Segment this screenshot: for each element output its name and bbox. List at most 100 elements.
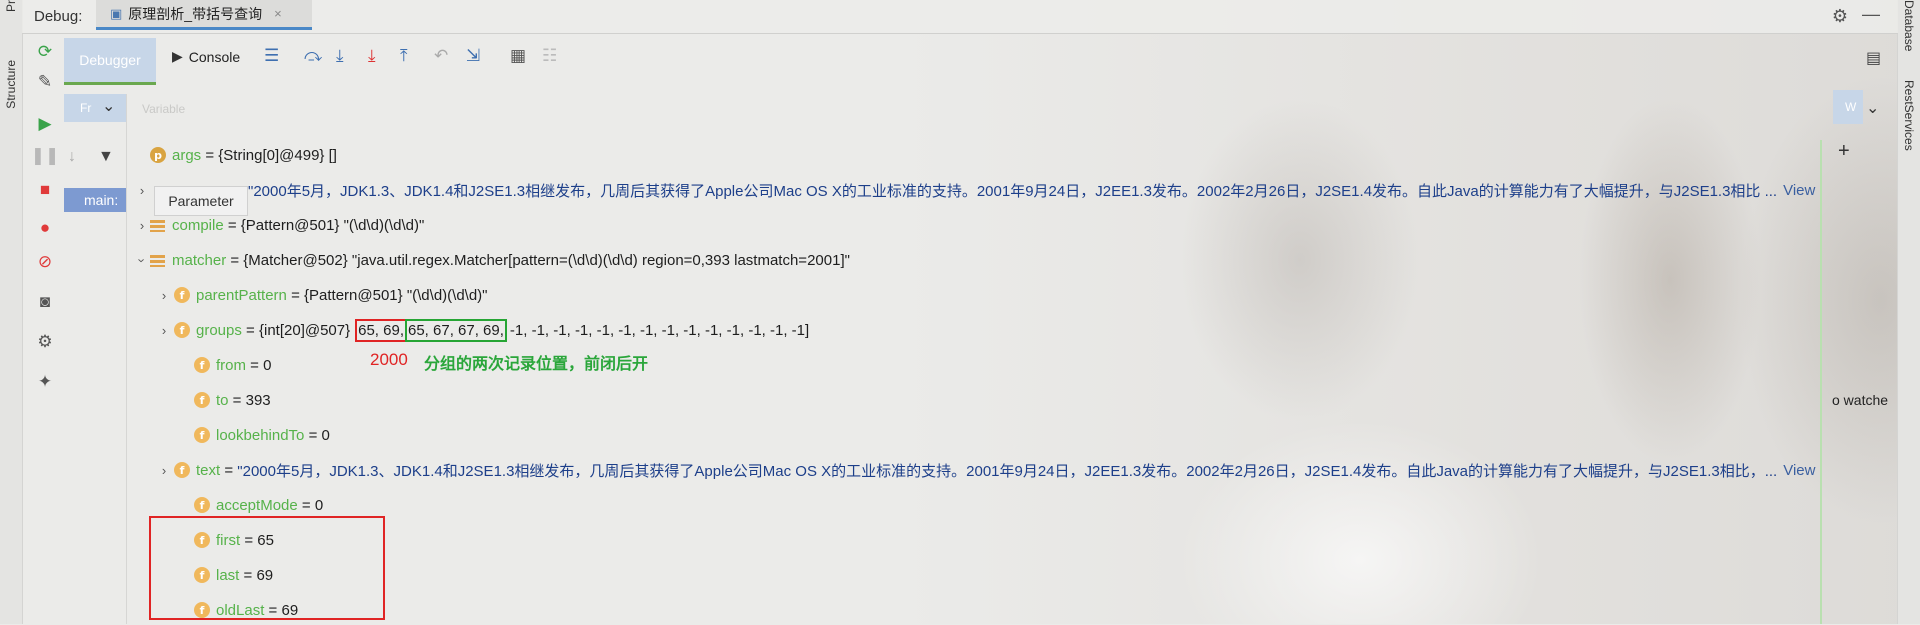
chevron-right-icon[interactable]: › xyxy=(136,183,148,198)
var-value: {Pattern@501} "(\d\d)(\d\d)" xyxy=(240,216,425,234)
var-name: acceptMode xyxy=(216,496,298,514)
highlight-red-groups: 65, 69, xyxy=(355,318,407,342)
var-row-from[interactable]: f from = 0 xyxy=(194,350,271,380)
var-row-matcher[interactable]: › matcher = {Matcher@502} "java.util.reg… xyxy=(135,245,850,275)
parameter-tooltip: Parameter xyxy=(154,186,248,216)
watches-header[interactable]: W xyxy=(1833,90,1863,124)
step-out-icon[interactable]: ⤒ xyxy=(400,46,408,66)
chevron-down-icon[interactable]: ⌄ xyxy=(1866,98,1879,118)
frames-header-label: Fr xyxy=(80,101,92,115)
field-icon: f xyxy=(194,497,210,513)
trace-icon[interactable]: ☷ xyxy=(542,46,557,66)
filter-icon[interactable]: ▼ xyxy=(98,148,114,166)
variables-header: Variable xyxy=(142,102,186,116)
project-tool-tab[interactable]: Pr xyxy=(4,0,18,12)
parameter-icon: p xyxy=(150,147,166,163)
var-value: "2000年5月，JDK1.3、JDK1.4和J2SE1.3相继发布，几周后其获… xyxy=(248,182,1778,200)
var-value: 0 xyxy=(263,356,272,374)
debug-toolbar: Debugger ▶ Console ☰ ⤼ ⤓ ⤓ ⤒ ↶ ⇲ ▦ ☷ xyxy=(62,38,1898,85)
resume-icon[interactable]: ▶ xyxy=(30,114,60,134)
close-icon[interactable]: × xyxy=(274,6,282,21)
add-watch-icon[interactable]: + xyxy=(1838,140,1850,163)
drop-frame-icon[interactable]: ↶ xyxy=(434,46,448,66)
field-icon: f xyxy=(174,322,190,338)
layout-icon[interactable]: ▤ xyxy=(1866,48,1881,68)
highlight-green-groups: 65, 67, 67, 69, xyxy=(405,318,507,342)
field-icon: f xyxy=(194,392,210,408)
right-tool-strip: Database RestServices xyxy=(1897,0,1920,624)
equals-sign: = xyxy=(228,391,246,409)
settings-gear-icon[interactable]: ⚙ xyxy=(1832,6,1848,27)
frames-header[interactable]: Fr ⌄ xyxy=(64,94,126,122)
var-row-args[interactable]: p args = {String[0]@499} [] xyxy=(150,140,337,170)
structure-tool-tab[interactable]: Structure xyxy=(4,60,18,109)
watches-divider xyxy=(1820,140,1822,624)
console-label: Console xyxy=(188,48,241,65)
stop-icon[interactable]: ■ xyxy=(30,180,60,200)
var-name: args xyxy=(172,146,202,164)
chevron-right-icon[interactable]: › xyxy=(136,218,148,233)
var-row-lookbehindTo[interactable]: f lookbehindTo = 0 xyxy=(194,420,330,450)
view-link[interactable]: View xyxy=(1783,182,1815,199)
equals-sign: = xyxy=(246,356,264,374)
var-name: to xyxy=(216,391,229,409)
camera-icon[interactable]: ◙ xyxy=(30,292,60,312)
annotation-red-label: 2000 xyxy=(370,350,408,369)
equals-sign: = xyxy=(304,426,322,444)
field-icon: f xyxy=(194,427,210,443)
panel-divider[interactable] xyxy=(126,94,127,624)
step-over-icon[interactable]: ⤼ xyxy=(304,46,322,66)
step-into-icon[interactable]: ⤓ xyxy=(336,46,344,66)
var-value: 0 xyxy=(314,496,324,514)
tab-console[interactable]: ▶ Console xyxy=(172,48,240,65)
var-value: "2000年5月，JDK1.3、JDK1.4和J2SE1.3相继发布，几周后其获… xyxy=(237,462,1778,480)
background-photo xyxy=(900,0,1920,624)
frame-row-main[interactable]: main: xyxy=(64,188,126,212)
view-link[interactable]: View xyxy=(1783,462,1815,479)
chevron-right-icon[interactable]: › xyxy=(158,463,170,478)
var-name: groups xyxy=(196,321,242,339)
settings-icon[interactable]: ⚙ xyxy=(30,332,60,352)
arrow-down-icon[interactable]: ↓ xyxy=(68,148,76,166)
var-name: text xyxy=(196,461,221,479)
tab-debug-session[interactable]: ▣ 原理剖析_带括号查询 × xyxy=(96,0,312,30)
frame-label: main: xyxy=(84,192,119,208)
pause-icon[interactable]: ❚❚ xyxy=(30,146,60,166)
var-row-groups[interactable]: › f groups = {int[20]@507} 65, 69, 65, 6… xyxy=(158,315,809,345)
wrench-icon[interactable]: ✎ xyxy=(30,72,60,92)
console-icon: ▶ xyxy=(172,48,183,64)
force-step-into-icon[interactable]: ⤓ xyxy=(368,46,376,66)
equals-sign: = xyxy=(241,321,259,339)
debug-label: Debug: xyxy=(34,8,83,25)
tab-debugger[interactable]: Debugger xyxy=(64,38,156,85)
equals-sign: = xyxy=(286,286,305,304)
local-var-icon xyxy=(150,253,165,267)
chevron-right-icon[interactable]: › xyxy=(158,323,170,338)
annotation-green-label: 分组的两次记录位置，前闭后开 xyxy=(424,356,649,373)
mute-breakpoints-icon[interactable]: ⊘ xyxy=(30,252,60,272)
chevron-down-icon[interactable]: › xyxy=(135,254,150,266)
equals-sign: = xyxy=(226,251,244,269)
evaluate-expression-icon[interactable]: ▦ xyxy=(510,46,526,66)
pin-icon[interactable]: ✦ xyxy=(30,372,60,392)
annotation-red-box xyxy=(149,516,385,620)
rerun-icon[interactable]: ⟳ xyxy=(30,42,60,62)
chevron-right-icon[interactable]: › xyxy=(158,288,170,303)
var-row-to[interactable]: f to = 393 xyxy=(194,385,271,415)
show-frames-icon[interactable]: ☰ xyxy=(264,46,279,66)
rest-services-tool-tab[interactable]: RestServices xyxy=(1902,80,1916,151)
var-row-text[interactable]: › f text = "2000年5月，JDK1.3、JDK1.4和J2SE1.… xyxy=(158,455,1816,485)
view-breakpoints-icon[interactable]: ● xyxy=(30,218,60,238)
database-tool-tab[interactable]: Database xyxy=(1902,0,1916,51)
var-value: {Matcher@502} "java.util.regex.Matcher[p… xyxy=(243,251,850,269)
var-row-string[interactable]: › "2000年5月，JDK1.3、JDK1.4和J2SE1.3相继发布，几周后… xyxy=(136,175,1816,205)
var-name: parentPattern xyxy=(196,286,287,304)
run-to-cursor-icon[interactable]: ⇲ xyxy=(466,46,480,66)
var-value-rest: -1, -1, -1, -1, -1, -1, -1, -1, -1, -1, … xyxy=(509,321,810,339)
watches-empty-text: o watche xyxy=(1832,392,1889,408)
chevron-down-icon[interactable]: ⌄ xyxy=(102,96,115,116)
equals-sign: = xyxy=(223,216,241,234)
minimize-icon[interactable]: — xyxy=(1862,4,1880,25)
var-value-prefix: {int[20]@507} xyxy=(258,321,351,339)
var-row-parentPattern[interactable]: › f parentPattern = {Pattern@501} "(\d\d… xyxy=(158,280,488,310)
